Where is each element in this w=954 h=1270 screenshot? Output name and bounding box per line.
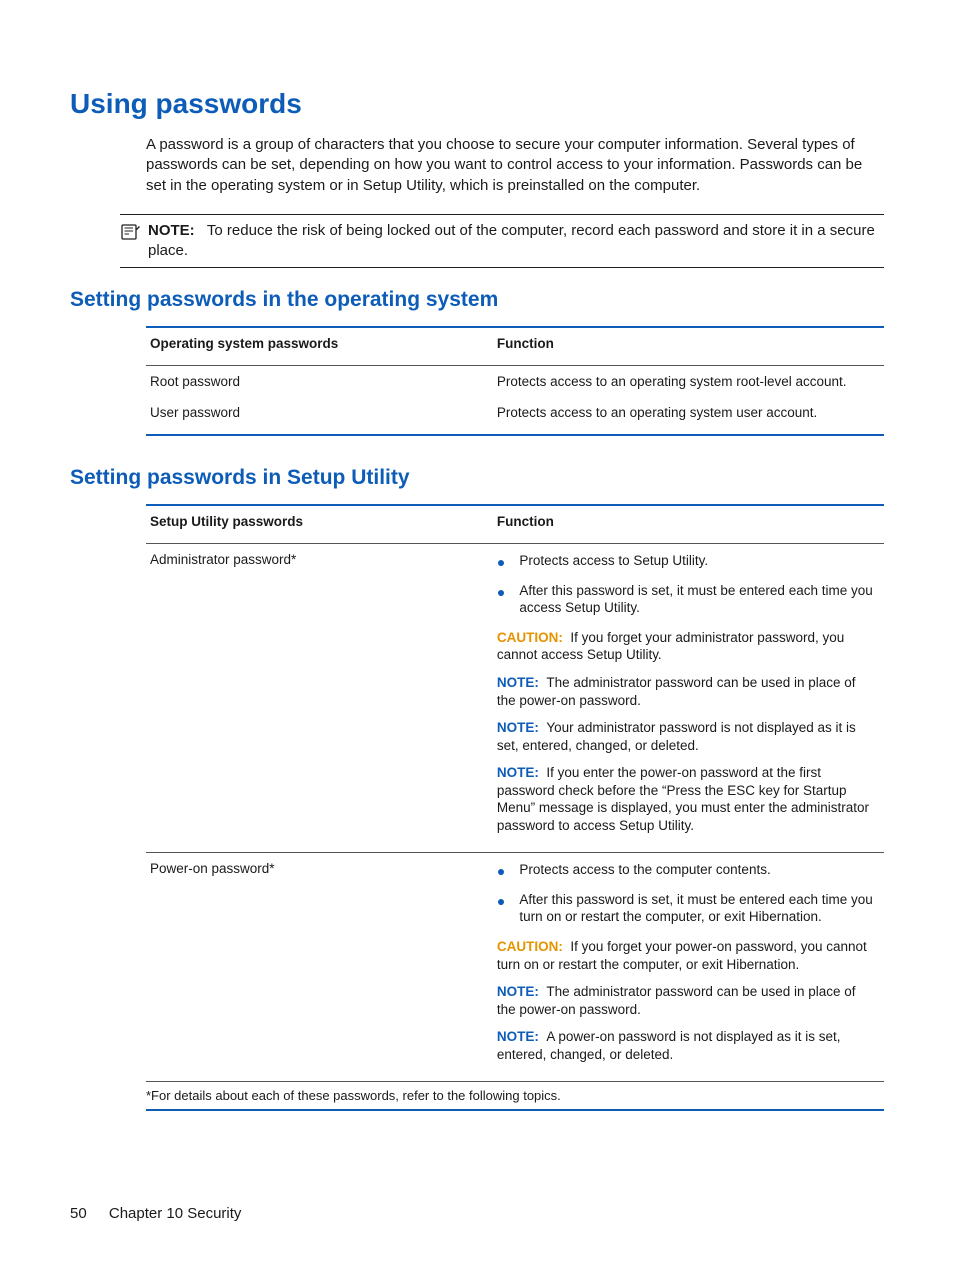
top-note-text: NOTE: To reduce the risk of being locked…: [148, 221, 884, 262]
note-label: NOTE:: [497, 1029, 539, 1044]
setup-passwords-table-body: Administrator password* ● Protects access…: [146, 544, 884, 846]
note-label: NOTE:: [497, 765, 539, 780]
table-header: Setup Utility passwords: [146, 506, 493, 537]
note-label: NOTE:: [497, 675, 539, 690]
intro-paragraph: A password is a group of characters that…: [146, 135, 884, 196]
section-heading-os: Setting passwords in the operating syste…: [70, 288, 884, 312]
bullet-icon: ●: [497, 891, 505, 926]
note-pencil-icon: [120, 221, 142, 262]
cell: Protects access to an operating system u…: [493, 397, 884, 428]
table-row: Root password Protects access to an oper…: [146, 366, 884, 397]
note-label: NOTE:: [148, 222, 195, 239]
note-label: NOTE:: [497, 720, 539, 735]
bullet-text: Protects access to Setup Utility.: [519, 552, 708, 570]
note-text: Your administrator password is not displ…: [497, 720, 856, 753]
note-text: The administrator password can be used i…: [497, 675, 856, 708]
cell: Power-on password*: [146, 853, 493, 1075]
section-heading-setup: Setting passwords in Setup Utility: [70, 466, 884, 490]
inline-note: NOTE: Your administrator password is not…: [497, 719, 876, 754]
list-item: ● Protects access to Setup Utility.: [497, 552, 876, 570]
table-row: Power-on password* ● Protects access to t…: [146, 853, 884, 1075]
page-footer: 50 Chapter 10 Security: [70, 1205, 241, 1222]
list-item: ● After this password is set, it must be …: [497, 891, 876, 926]
table-header: Function: [493, 328, 884, 359]
bullet-text: Protects access to the computer contents…: [519, 861, 770, 879]
bullet-icon: ●: [497, 582, 505, 617]
inline-note: NOTE: If you enter the power-on password…: [497, 764, 876, 834]
bullet-text: After this password is set, it must be e…: [519, 582, 876, 617]
cell: Protects access to an operating system r…: [493, 366, 884, 397]
cell: Administrator password*: [146, 544, 493, 846]
table-bottom-rule: [146, 1109, 884, 1111]
top-note-box: NOTE: To reduce the risk of being locked…: [120, 214, 884, 269]
table-row: User password Protects access to an oper…: [146, 397, 884, 428]
os-passwords-table-body: Root password Protects access to an oper…: [146, 366, 884, 428]
caution-label: CAUTION:: [497, 630, 563, 645]
page-number: 50: [70, 1205, 87, 1222]
note-text: The administrator password can be used i…: [497, 984, 856, 1017]
table-footnote: *For details about each of these passwor…: [146, 1082, 884, 1103]
caution-note: CAUTION: If you forget your power-on pas…: [497, 938, 876, 973]
table-header: Operating system passwords: [146, 328, 493, 359]
caution-label: CAUTION:: [497, 939, 563, 954]
inline-note: NOTE: A power-on password is not display…: [497, 1028, 876, 1063]
os-passwords-table: Operating system passwords Function: [146, 328, 884, 359]
note-body: To reduce the risk of being locked out o…: [148, 222, 875, 259]
table-header: Function: [493, 506, 884, 537]
list-item: ● After this password is set, it must be …: [497, 582, 876, 617]
bullet-icon: ●: [497, 861, 505, 879]
caution-note: CAUTION: If you forget your administrato…: [497, 629, 876, 664]
setup-passwords-table-head: Setup Utility passwords Function: [146, 506, 884, 537]
setup-passwords-table-body-2: Power-on password* ● Protects access to t…: [146, 853, 884, 1075]
cell: Root password: [146, 366, 493, 397]
bullet-list: ● Protects access to the computer content…: [497, 861, 876, 926]
note-label: NOTE:: [497, 984, 539, 999]
bullet-icon: ●: [497, 552, 505, 570]
cell: ● Protects access to the computer content…: [493, 853, 884, 1075]
list-item: ● Protects access to the computer content…: [497, 861, 876, 879]
chapter-label: Chapter 10 Security: [109, 1205, 242, 1222]
inline-note: NOTE: The administrator password can be …: [497, 983, 876, 1018]
cell: ● Protects access to Setup Utility. ● Afte…: [493, 544, 884, 846]
note-text: If you enter the power-on password at th…: [497, 765, 869, 833]
cell: User password: [146, 397, 493, 428]
inline-note: NOTE: The administrator password can be …: [497, 674, 876, 709]
bullet-text: After this password is set, it must be e…: [519, 891, 876, 926]
note-text: A power-on password is not displayed as …: [497, 1029, 841, 1062]
bullet-list: ● Protects access to Setup Utility. ● Afte…: [497, 552, 876, 617]
table-row: Administrator password* ● Protects access…: [146, 544, 884, 846]
page-heading: Using passwords: [70, 88, 884, 120]
